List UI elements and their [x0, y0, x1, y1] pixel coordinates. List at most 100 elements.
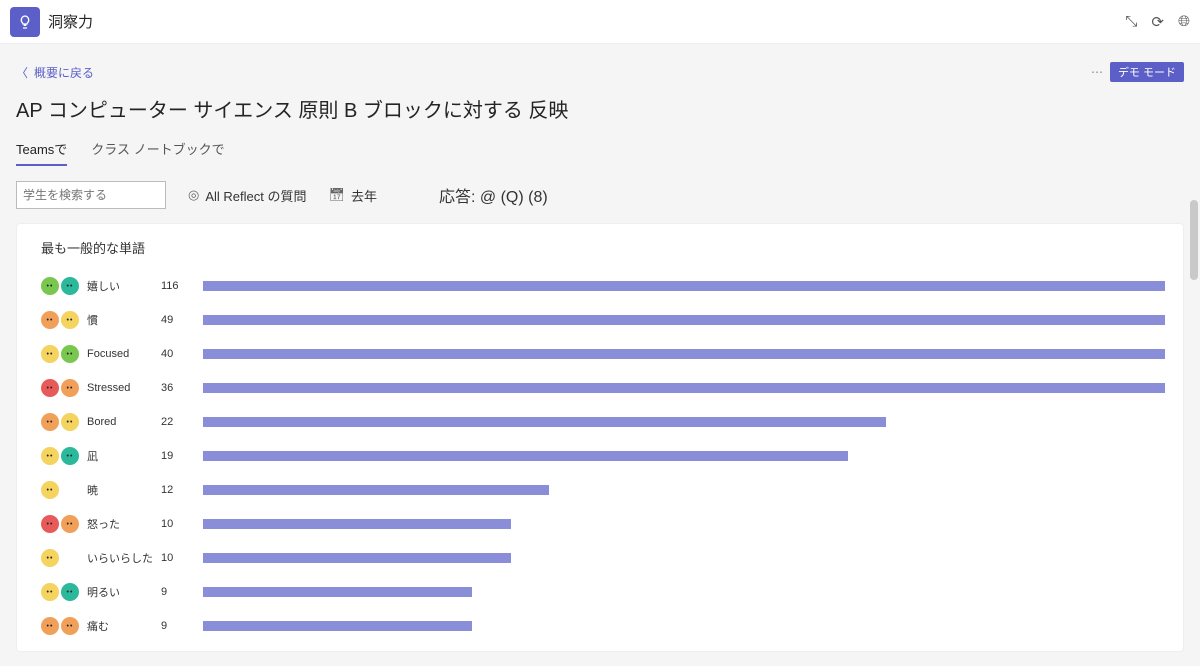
back-link[interactable]: 概要に戻る: [34, 64, 94, 81]
emoji-teal-icon: ••: [61, 447, 79, 465]
bar-track: [203, 621, 1165, 631]
filter-period[interactable]: 📅︎ 去年: [328, 186, 377, 205]
row-value: 116: [161, 280, 201, 292]
bar-track: [203, 485, 1165, 495]
page-body: 〈 概要に戻る ⋯ デモ モード AP コンピューター サイエンス 原則 B ブ…: [0, 44, 1200, 652]
row-label: 暁: [87, 482, 159, 498]
row-value: 19: [161, 450, 201, 462]
app-title: 洞察力: [48, 11, 93, 32]
bar-fill: [203, 519, 511, 529]
row-label: 嬉しい: [87, 278, 159, 294]
row-label: Focused: [87, 348, 159, 360]
row-emojis: ••: [41, 549, 85, 567]
row-emojis: ••••: [41, 515, 85, 533]
bar-row: •••• 嬉しい116: [41, 269, 1165, 303]
emoji-yellow-icon: ••: [41, 345, 59, 363]
emoji-red-icon: ••: [41, 379, 59, 397]
emoji-orange-icon: ••: [41, 617, 59, 635]
bar-row: ••••Stressed36: [41, 371, 1165, 405]
tab-Teamsで[interactable]: Teamsで: [16, 133, 67, 166]
scrollbar-thumb[interactable]: [1190, 200, 1198, 280]
row-value: 49: [161, 314, 201, 326]
bar-chart: ••••嬉しい116••••慣49••••Focused40••••Stress…: [41, 269, 1165, 643]
bar-fill: [203, 315, 1165, 325]
filter-reflect-label: All Reflect の質問: [205, 186, 306, 205]
bar-row: ••••Bored22: [41, 405, 1165, 439]
emoji-yellow-icon: ••: [41, 481, 59, 499]
card-title: 最も一般的な単語: [41, 238, 1165, 257]
emoji-orange-icon: ••: [61, 379, 79, 397]
bar-row: •• 暁12: [41, 473, 1165, 507]
common-words-card: 最も一般的な単語 ••••嬉しい116••••慣49••••Focused40•…: [16, 223, 1184, 652]
emoji-green-icon: ••: [61, 345, 79, 363]
bar-fill: [203, 383, 1165, 393]
emoji-orange-icon: ••: [61, 515, 79, 533]
filter-bar: ◎ All Reflect の質問 📅︎ 去年 応答: @ (Q) (8): [16, 181, 1184, 209]
bar-track: [203, 587, 1165, 597]
bar-fill: [203, 281, 1165, 291]
refresh-icon[interactable]: ⟳: [1151, 13, 1164, 31]
emoji-orange-icon: ••: [41, 311, 59, 329]
row-value: 36: [161, 382, 201, 394]
row-value: 9: [161, 586, 201, 598]
bar-fill: [203, 417, 886, 427]
bar-track: [203, 451, 1165, 461]
row-value: 9: [161, 620, 201, 632]
search-student-input[interactable]: [16, 181, 166, 209]
responses-count: 応答: @ (Q) (8): [439, 183, 548, 207]
row-emojis: ••••: [41, 379, 85, 397]
bar-fill: [203, 553, 511, 563]
bar-row: •••• 明るい9: [41, 575, 1165, 609]
emoji-yellow-icon: ••: [61, 413, 79, 431]
tab-クラス ノートブックで[interactable]: クラス ノートブックで: [91, 133, 224, 166]
row-label: 凪: [87, 448, 159, 464]
row-value: 40: [161, 348, 201, 360]
bar-track: [203, 553, 1165, 563]
row-label: Stressed: [87, 382, 159, 394]
app-lightbulb-icon: [10, 7, 40, 37]
row-value: 10: [161, 518, 201, 530]
tabs: Teamsでクラス ノートブックで: [16, 133, 1184, 167]
emoji-teal-icon: ••: [61, 277, 79, 295]
bar-track: [203, 417, 1165, 427]
emoji-orange-icon: ••: [41, 413, 59, 431]
bar-fill: [203, 587, 472, 597]
bar-track: [203, 383, 1165, 393]
collapse-icon[interactable]: ⤡: [1125, 13, 1137, 31]
row-value: 10: [161, 552, 201, 564]
demo-mode-badge: デモ モード: [1110, 62, 1184, 82]
calendar-icon: 📅︎: [328, 187, 345, 203]
row-label: 痛む: [87, 618, 159, 634]
bar-row: ••••痛む9: [41, 609, 1165, 643]
row-label: いらいらした: [87, 550, 159, 566]
globe-icon[interactable]: 🌐︎: [1178, 13, 1190, 31]
emoji-teal-icon: ••: [61, 583, 79, 601]
bar-track: [203, 315, 1165, 325]
row-emojis: ••••: [41, 345, 85, 363]
emoji-yellow-icon: ••: [41, 583, 59, 601]
top-bar: 洞察力 ⤡ ⟳ 🌐︎: [0, 0, 1200, 44]
bar-track: [203, 281, 1165, 291]
row-emojis: ••••: [41, 413, 85, 431]
row-emojis: ••••: [41, 617, 85, 635]
bar-row: ••••Focused40: [41, 337, 1165, 371]
emoji-green-icon: ••: [41, 277, 59, 295]
emoji-yellow-icon: ••: [61, 311, 79, 329]
filter-reflect-question[interactable]: ◎ All Reflect の質問: [188, 186, 306, 205]
row-value: 22: [161, 416, 201, 428]
page-title: AP コンピューター サイエンス 原則 B ブロックに対する 反映: [16, 90, 1184, 133]
bar-track: [203, 349, 1165, 359]
row-label: 明るい: [87, 584, 159, 600]
bar-fill: [203, 349, 1165, 359]
row-label: Bored: [87, 416, 159, 428]
bar-row: ••••凪19: [41, 439, 1165, 473]
row-emojis: ••: [41, 481, 85, 499]
row-value: 12: [161, 484, 201, 496]
bar-track: [203, 519, 1165, 529]
emoji-yellow-icon: ••: [41, 447, 59, 465]
row-emojis: ••••: [41, 447, 85, 465]
more-options-icon[interactable]: ⋯: [1091, 65, 1104, 79]
emoji-orange-icon: ••: [61, 617, 79, 635]
bar-row: ••••慣49: [41, 303, 1165, 337]
back-chevron-icon[interactable]: 〈: [16, 64, 28, 81]
